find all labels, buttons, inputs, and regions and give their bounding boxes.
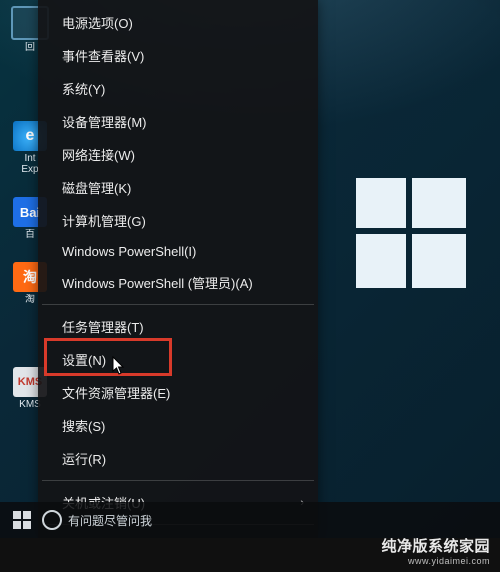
menu-item-device-manager[interactable]: 设备管理器(M) [38, 105, 318, 138]
watermark: 纯净版系统家园 www.yidaimei.com [381, 538, 490, 566]
menu-item-run[interactable]: 运行(R) [38, 442, 318, 475]
windows-logo-icon [356, 178, 466, 288]
menu-item-search[interactable]: 搜索(S) [38, 409, 318, 442]
menu-separator [42, 480, 314, 481]
menu-item-file-explorer[interactable]: 文件资源管理器(E) [38, 376, 318, 409]
watermark-title: 纯净版系统家园 [381, 538, 490, 555]
menu-item-powershell-admin[interactable]: Windows PowerShell (管理员)(A) [38, 266, 318, 299]
menu-item-system[interactable]: 系统(Y) [38, 72, 318, 105]
menu-item-computer-management[interactable]: 计算机管理(G) [38, 204, 318, 237]
cortana-search[interactable]: 有问题尽管问我 [42, 510, 152, 530]
menu-item-disk-management[interactable]: 磁盘管理(K) [38, 171, 318, 204]
cortana-hint-text: 有问题尽管问我 [68, 512, 152, 529]
menu-item-network-connections[interactable]: 网络连接(W) [38, 138, 318, 171]
menu-item-power-options[interactable]: 电源选项(O) [38, 6, 318, 39]
windows-start-icon [13, 511, 31, 529]
menu-item-powershell[interactable]: Windows PowerShell(I) [38, 237, 318, 266]
menu-item-event-viewer[interactable]: 事件查看器(V) [38, 39, 318, 72]
menu-separator [42, 304, 314, 305]
start-button[interactable] [4, 502, 40, 538]
watermark-url: www.yidaimei.com [381, 556, 490, 566]
taskbar: 有问题尽管问我 [0, 502, 500, 538]
menu-item-task-manager[interactable]: 任务管理器(T) [38, 310, 318, 343]
menu-item-settings[interactable]: 设置(N) [38, 343, 318, 376]
cortana-ring-icon [42, 510, 62, 530]
screenshot-root: 回 e Int Exp Bai 百 淘 淘 KMS KMS 电源选项(O) 事件… [0, 0, 500, 572]
winx-menu: 电源选项(O) 事件查看器(V) 系统(Y) 设备管理器(M) 网络连接(W) … [38, 0, 318, 538]
